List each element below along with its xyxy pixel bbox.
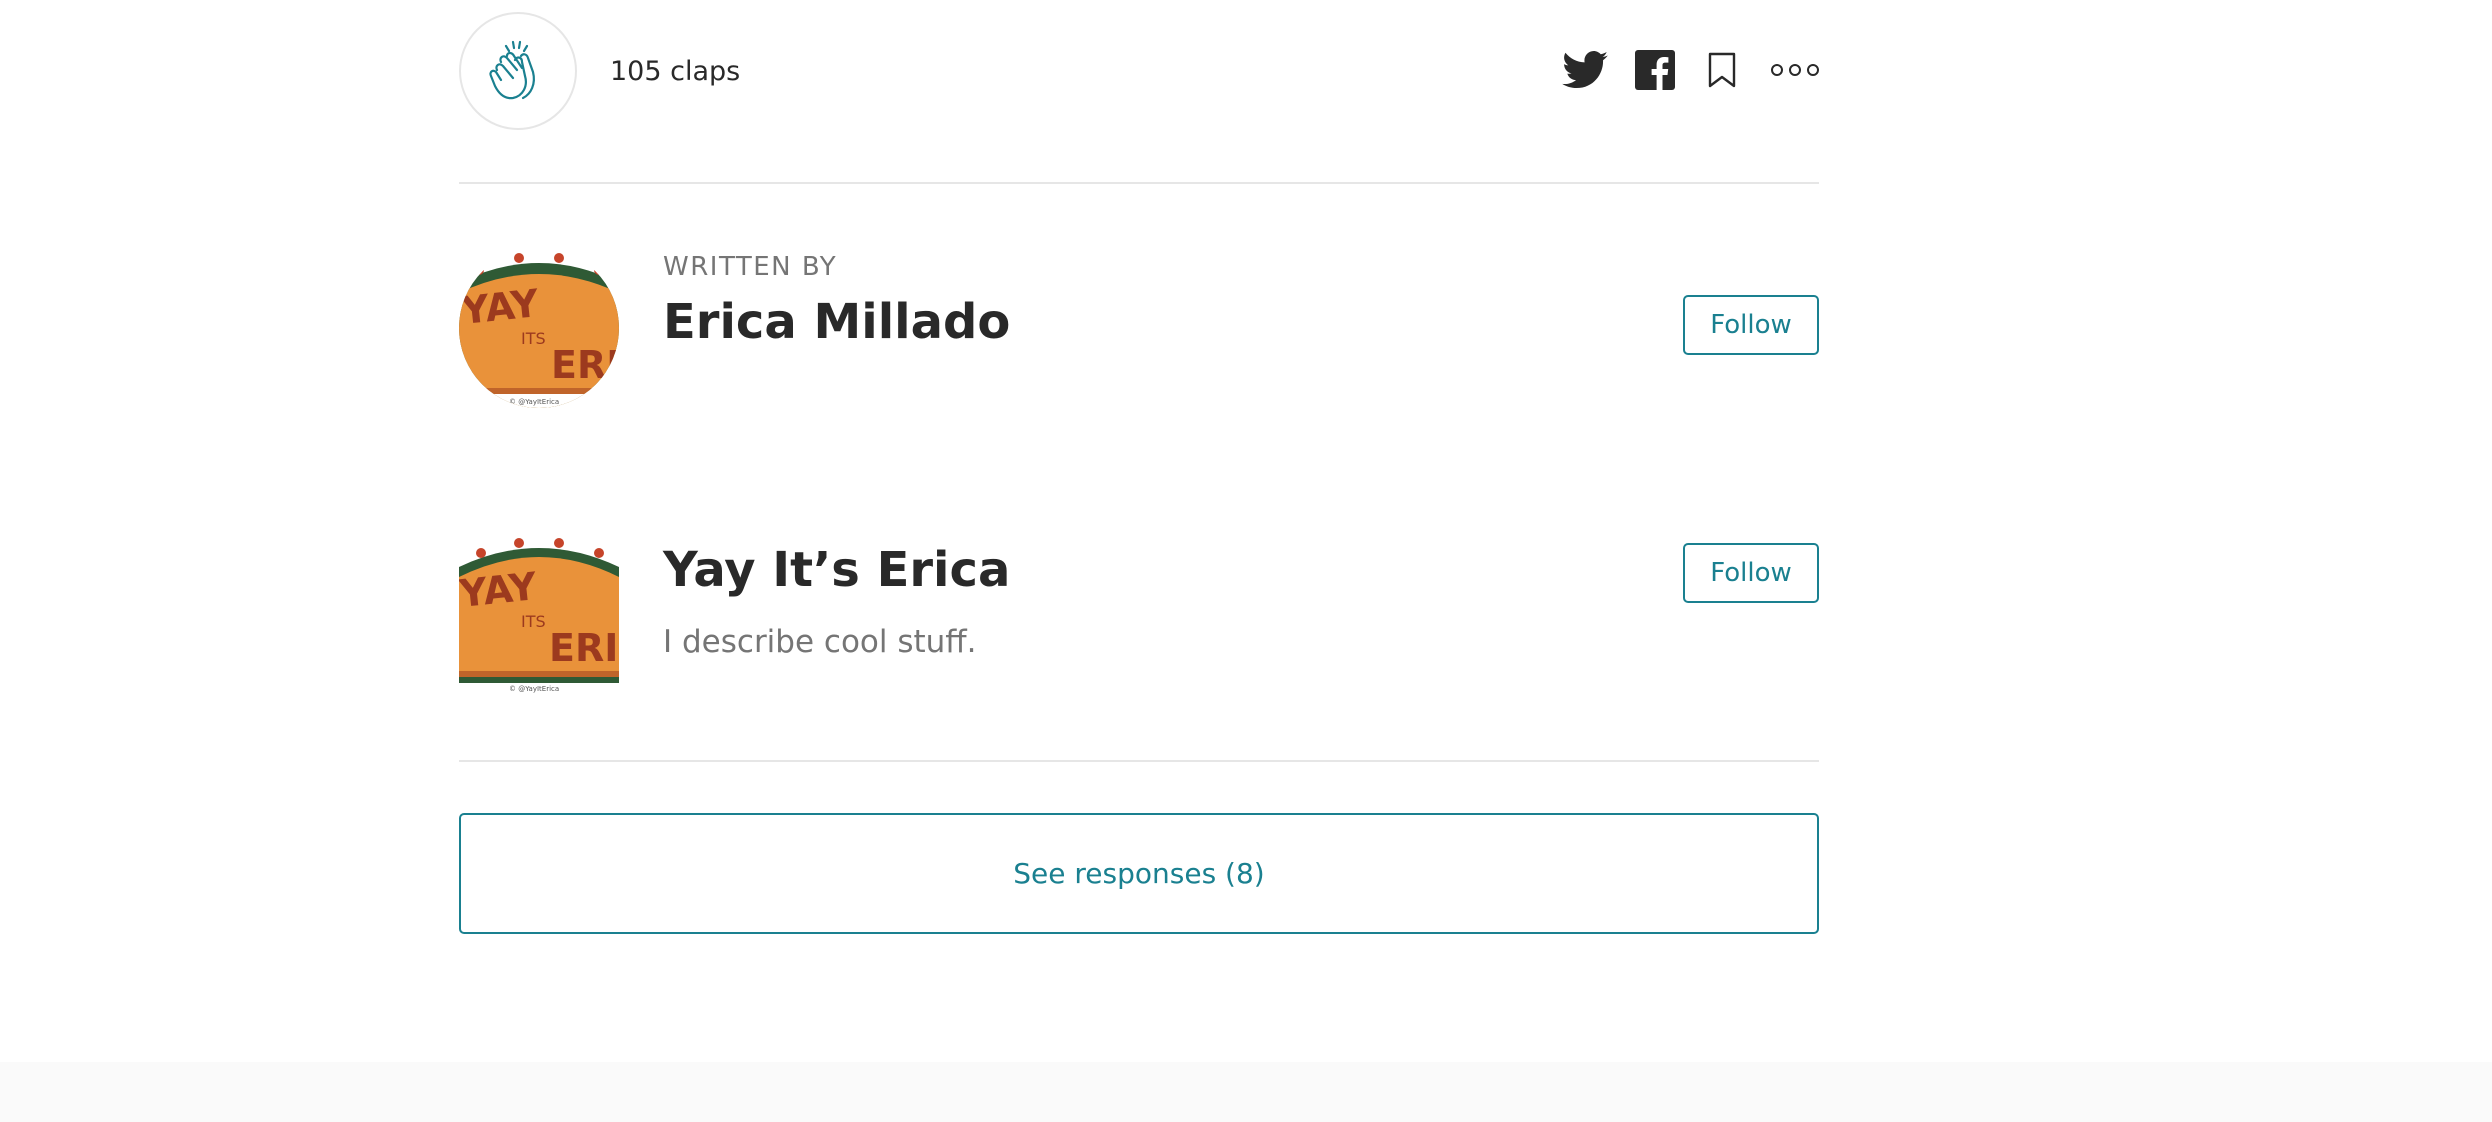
bookmark-icon (1708, 52, 1736, 88)
avatar-lettering-top: YAY (459, 281, 541, 333)
see-responses-button[interactable]: See responses (8) (459, 813, 1819, 934)
author-avatar[interactable]: YAY ITS ERIC © @YayItErica (459, 248, 619, 408)
twitter-share-button[interactable] (1562, 51, 1608, 89)
taco-avatar-image: YAY ITS ERIC © @YayItErica (459, 248, 619, 408)
logo-lettering-top: YAY (459, 564, 539, 616)
section-divider (459, 182, 1819, 184)
follow-author-button[interactable]: Follow (1683, 295, 1819, 355)
share-actions (1562, 50, 1819, 90)
taco-logo-image: YAY ITS ERIC © @YayItErica (459, 537, 619, 697)
post-actions-bar: 105 claps (459, 12, 1819, 132)
page-footer-band (0, 1062, 2492, 1122)
publication-name[interactable]: Yay It’s Erica (663, 542, 1010, 598)
section-divider (459, 760, 1819, 762)
publication-logo[interactable]: YAY ITS ERIC © @YayItErica (459, 537, 619, 697)
avatar-credit: © @YayItErica (509, 398, 559, 406)
more-options-icon (1771, 64, 1819, 76)
clap-button[interactable] (459, 12, 577, 130)
logo-credit: © @YayItErica (509, 685, 559, 693)
logo-lettering-middle: ITS (521, 612, 546, 631)
more-options-button[interactable] (1771, 61, 1819, 79)
avatar-lettering-middle: ITS (521, 329, 546, 348)
logo-lettering-bottom: ERIC (549, 626, 619, 670)
avatar-lettering-bottom: ERIC (551, 343, 619, 387)
written-by-label: WRITTEN BY (663, 252, 838, 282)
facebook-share-button[interactable] (1635, 50, 1675, 90)
clap-hands-icon (489, 40, 535, 100)
clap-count: 105 claps (610, 56, 741, 87)
follow-publication-button[interactable]: Follow (1683, 543, 1819, 603)
facebook-icon (1635, 50, 1675, 90)
bookmark-button[interactable] (1707, 51, 1737, 89)
twitter-icon (1562, 51, 1608, 89)
author-name[interactable]: Erica Millado (663, 294, 1010, 350)
publication-description: I describe cool stuff. (663, 624, 977, 660)
